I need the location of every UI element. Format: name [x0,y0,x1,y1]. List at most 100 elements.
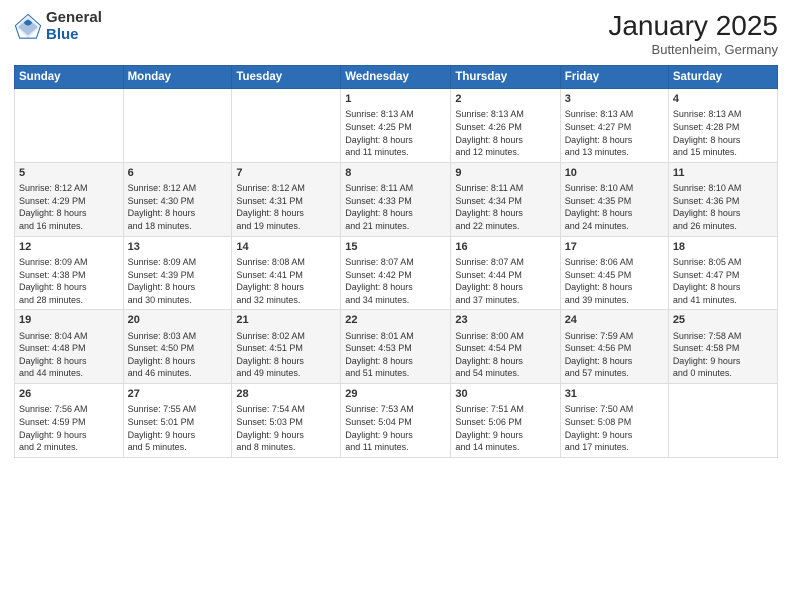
calendar-cell: 13Sunrise: 8:09 AM Sunset: 4:39 PM Dayli… [123,236,232,310]
calendar-cell: 24 Sunrise: 7:59 AM Sunset: 4:56 PM Dayli… [560,310,668,384]
weekday-header: Wednesday [341,66,451,89]
weekday-header-row: SundayMondayTuesdayWednesdayThursdayFrid… [15,66,778,89]
calendar-cell: 27Sunrise: 7:55 AM Sunset: 5:01 PM Dayli… [123,384,232,458]
day-number: 24 [565,313,664,328]
day-number: 20 [128,313,228,328]
calendar-week-row: 1Sunrise: 8:13 AM Sunset: 4:25 PM Daylig… [15,89,778,163]
calendar-cell [668,384,777,458]
day-info: Sunrise: 7:53 AM Sunset: 5:04 PM Dayligh… [345,403,446,453]
month-title: January 2025 [608,10,778,42]
calendar-week-row: 19 Sunrise: 8:04 AM Sunset: 4:48 PM Dayli… [15,310,778,384]
weekday-header: Saturday [668,66,777,89]
day-info: Sunrise: 8:02 AM Sunset: 4:51 PM Dayligh… [236,330,336,380]
calendar-week-row: 26Sunrise: 7:56 AM Sunset: 4:59 PM Dayli… [15,384,778,458]
weekday-header: Thursday [451,66,560,89]
calendar-week-row: 5Sunrise: 8:12 AM Sunset: 4:29 PM Daylig… [15,162,778,236]
day-number: 9 [455,166,555,181]
day-info: Sunrise: 8:00 AM Sunset: 4:54 PM Dayligh… [455,330,555,380]
weekday-header: Tuesday [232,66,341,89]
day-info: Sunrise: 8:12 AM Sunset: 4:30 PM Dayligh… [128,182,228,232]
calendar-page: General Blue January 2025 Buttenheim, Ge… [0,0,792,612]
day-info: Sunrise: 8:01 AM Sunset: 4:53 PM Dayligh… [345,330,446,380]
day-number: 10 [565,166,664,181]
day-number: 26 [19,387,119,402]
calendar-cell: 30Sunrise: 7:51 AM Sunset: 5:06 PM Dayli… [451,384,560,458]
day-info: Sunrise: 7:58 AM Sunset: 4:58 PM Dayligh… [673,330,773,380]
calendar-cell: 26Sunrise: 7:56 AM Sunset: 4:59 PM Dayli… [15,384,124,458]
day-info: Sunrise: 8:09 AM Sunset: 4:38 PM Dayligh… [19,256,119,306]
day-info: Sunrise: 8:13 AM Sunset: 4:27 PM Dayligh… [565,108,664,158]
day-number: 6 [128,166,228,181]
calendar-cell: 19 Sunrise: 8:04 AM Sunset: 4:48 PM Dayli… [15,310,124,384]
calendar-cell: 16Sunrise: 8:07 AM Sunset: 4:44 PM Dayli… [451,236,560,310]
calendar-cell: 8Sunrise: 8:11 AM Sunset: 4:33 PM Daylig… [341,162,451,236]
header: General Blue January 2025 Buttenheim, Ge… [14,10,778,57]
calendar-cell: 9Sunrise: 8:11 AM Sunset: 4:34 PM Daylig… [451,162,560,236]
day-number: 4 [673,92,773,107]
day-info: Sunrise: 8:07 AM Sunset: 4:42 PM Dayligh… [345,256,446,306]
day-info: Sunrise: 8:11 AM Sunset: 4:33 PM Dayligh… [345,182,446,232]
day-info: Sunrise: 8:04 AM Sunset: 4:48 PM Dayligh… [19,330,119,380]
day-number: 7 [236,166,336,181]
day-info: Sunrise: 8:12 AM Sunset: 4:29 PM Dayligh… [19,182,119,232]
calendar-cell: 21 Sunrise: 8:02 AM Sunset: 4:51 PM Dayli… [232,310,341,384]
day-info: Sunrise: 8:10 AM Sunset: 4:35 PM Dayligh… [565,182,664,232]
logo-icon [14,13,42,41]
day-info: Sunrise: 7:56 AM Sunset: 4:59 PM Dayligh… [19,403,119,453]
day-info: Sunrise: 7:55 AM Sunset: 5:01 PM Dayligh… [128,403,228,453]
day-number: 28 [236,387,336,402]
weekday-header: Sunday [15,66,124,89]
location-subtitle: Buttenheim, Germany [608,42,778,57]
logo: General Blue [14,10,102,43]
day-info: Sunrise: 7:50 AM Sunset: 5:08 PM Dayligh… [565,403,664,453]
calendar-cell: 20 Sunrise: 8:03 AM Sunset: 4:50 PM Dayli… [123,310,232,384]
day-info: Sunrise: 8:03 AM Sunset: 4:50 PM Dayligh… [128,330,228,380]
day-info: Sunrise: 8:10 AM Sunset: 4:36 PM Dayligh… [673,182,773,232]
calendar-cell: 6Sunrise: 8:12 AM Sunset: 4:30 PM Daylig… [123,162,232,236]
calendar-week-row: 12Sunrise: 8:09 AM Sunset: 4:38 PM Dayli… [15,236,778,310]
day-number: 23 [455,313,555,328]
calendar-cell: 14Sunrise: 8:08 AM Sunset: 4:41 PM Dayli… [232,236,341,310]
day-number: 30 [455,387,555,402]
calendar-cell: 1Sunrise: 8:13 AM Sunset: 4:25 PM Daylig… [341,89,451,163]
weekday-header: Monday [123,66,232,89]
day-number: 13 [128,240,228,255]
day-info: Sunrise: 8:05 AM Sunset: 4:47 PM Dayligh… [673,256,773,306]
day-info: Sunrise: 7:59 AM Sunset: 4:56 PM Dayligh… [565,330,664,380]
day-info: Sunrise: 7:51 AM Sunset: 5:06 PM Dayligh… [455,403,555,453]
day-info: Sunrise: 8:13 AM Sunset: 4:28 PM Dayligh… [673,108,773,158]
calendar-cell: 29Sunrise: 7:53 AM Sunset: 5:04 PM Dayli… [341,384,451,458]
day-info: Sunrise: 8:09 AM Sunset: 4:39 PM Dayligh… [128,256,228,306]
day-number: 19 [19,313,119,328]
calendar-cell: 4Sunrise: 8:13 AM Sunset: 4:28 PM Daylig… [668,89,777,163]
day-number: 2 [455,92,555,107]
day-number: 8 [345,166,446,181]
calendar-cell: 31Sunrise: 7:50 AM Sunset: 5:08 PM Dayli… [560,384,668,458]
calendar-cell: 22 Sunrise: 8:01 AM Sunset: 4:53 PM Dayli… [341,310,451,384]
calendar-cell [232,89,341,163]
day-number: 1 [345,92,446,107]
calendar-cell: 17Sunrise: 8:06 AM Sunset: 4:45 PM Dayli… [560,236,668,310]
day-number: 27 [128,387,228,402]
calendar-cell: 2Sunrise: 8:13 AM Sunset: 4:26 PM Daylig… [451,89,560,163]
day-number: 15 [345,240,446,255]
logo-text: General Blue [46,10,102,43]
calendar-cell: 15Sunrise: 8:07 AM Sunset: 4:42 PM Dayli… [341,236,451,310]
day-info: Sunrise: 7:54 AM Sunset: 5:03 PM Dayligh… [236,403,336,453]
day-number: 5 [19,166,119,181]
calendar-cell: 5Sunrise: 8:12 AM Sunset: 4:29 PM Daylig… [15,162,124,236]
day-number: 22 [345,313,446,328]
calendar-cell: 11Sunrise: 8:10 AM Sunset: 4:36 PM Dayli… [668,162,777,236]
calendar-cell: 28Sunrise: 7:54 AM Sunset: 5:03 PM Dayli… [232,384,341,458]
calendar-table: SundayMondayTuesdayWednesdayThursdayFrid… [14,65,778,458]
day-info: Sunrise: 8:13 AM Sunset: 4:25 PM Dayligh… [345,108,446,158]
day-info: Sunrise: 8:08 AM Sunset: 4:41 PM Dayligh… [236,256,336,306]
calendar-cell: 10Sunrise: 8:10 AM Sunset: 4:35 PM Dayli… [560,162,668,236]
day-info: Sunrise: 8:11 AM Sunset: 4:34 PM Dayligh… [455,182,555,232]
day-info: Sunrise: 8:12 AM Sunset: 4:31 PM Dayligh… [236,182,336,232]
weekday-header: Friday [560,66,668,89]
day-number: 29 [345,387,446,402]
day-number: 21 [236,313,336,328]
calendar-cell [15,89,124,163]
day-number: 11 [673,166,773,181]
